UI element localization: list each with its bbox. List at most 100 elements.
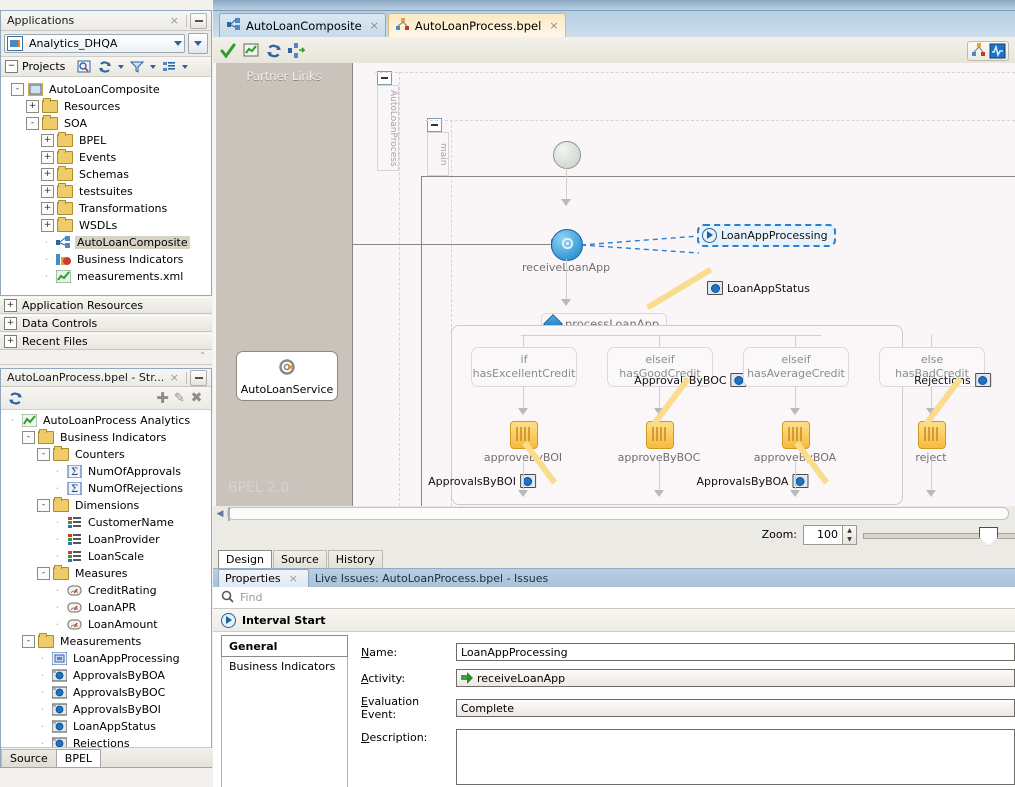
validate-check-icon[interactable] bbox=[219, 43, 236, 59]
close-icon[interactable]: × bbox=[285, 572, 302, 585]
refresh-icon[interactable] bbox=[7, 390, 24, 406]
tree-item[interactable]: ·ApprovalsByBOC bbox=[1, 684, 211, 701]
refresh-icon[interactable] bbox=[96, 59, 113, 75]
canvas-hscrollbar[interactable]: ◀ bbox=[213, 506, 1015, 522]
tab-properties[interactable]: Properties × bbox=[218, 569, 309, 587]
collapse-autoloanprocess-button[interactable] bbox=[377, 71, 392, 85]
scroll-thumb[interactable] bbox=[228, 507, 230, 522]
expander-icon[interactable]: - bbox=[37, 448, 50, 461]
tree-item[interactable]: ·ΣNumOfRejections bbox=[1, 480, 211, 497]
tree-item[interactable]: ·LoanAmount bbox=[1, 616, 211, 633]
branch-condition-hasaveragecredit[interactable]: elseifhasAverageCredit bbox=[743, 347, 849, 387]
project-tree[interactable]: -AutoLoanComposite+Resources-SOA+BPEL+Ev… bbox=[1, 77, 211, 285]
search-icon[interactable] bbox=[75, 59, 92, 75]
application-select[interactable]: Analytics_DHQA bbox=[4, 34, 185, 53]
edit-icon[interactable]: ✎ bbox=[171, 390, 188, 406]
tree-item[interactable]: ·CustomerName bbox=[1, 514, 211, 531]
tab-source[interactable]: Source bbox=[273, 550, 327, 568]
chevron-down-icon[interactable] bbox=[150, 65, 156, 69]
measurement-label-approvalsbyboa[interactable]: ApprovalsByBOA bbox=[696, 474, 808, 488]
find-input[interactable]: Find bbox=[240, 591, 263, 604]
minimize-icon[interactable] bbox=[190, 13, 207, 29]
close-icon[interactable]: × bbox=[549, 19, 558, 32]
projects-expander[interactable]: − bbox=[5, 60, 18, 73]
accordion-data-controls[interactable]: + Data Controls bbox=[0, 315, 212, 332]
description-input[interactable] bbox=[456, 729, 1015, 785]
start-node[interactable] bbox=[553, 141, 581, 169]
expander-icon[interactable]: - bbox=[22, 431, 35, 444]
tree-item[interactable]: +Transformations bbox=[1, 200, 211, 217]
zoom-slider[interactable] bbox=[863, 526, 1015, 544]
properties-find-bar[interactable]: Find bbox=[213, 587, 1015, 609]
activity-field[interactable]: receiveLoanApp bbox=[456, 669, 1015, 687]
zoom-slider-thumb[interactable] bbox=[979, 527, 998, 546]
tree-item[interactable]: +testsuites bbox=[1, 183, 211, 200]
expander-icon[interactable]: + bbox=[4, 335, 17, 348]
close-icon[interactable]: × bbox=[370, 19, 379, 32]
expander-icon[interactable]: - bbox=[11, 83, 24, 96]
filter-icon[interactable] bbox=[128, 59, 145, 75]
tab-live-issues[interactable]: Live Issues: AutoLoanProcess.bpel - Issu… bbox=[309, 570, 554, 587]
dock-tab-bpel[interactable]: BPEL bbox=[56, 749, 101, 767]
expander-icon[interactable]: + bbox=[4, 317, 17, 330]
name-input[interactable]: LoanAppProcessing bbox=[456, 643, 1015, 661]
application-menu-button[interactable] bbox=[188, 33, 208, 54]
expander-icon[interactable]: - bbox=[37, 567, 50, 580]
zoom-stepper[interactable]: ▲ ▼ bbox=[842, 526, 856, 544]
tree-item[interactable]: -Counters bbox=[1, 446, 211, 463]
expander-icon[interactable]: + bbox=[4, 299, 17, 312]
tab-history[interactable]: History bbox=[328, 550, 383, 568]
tree-item[interactable]: +Schemas bbox=[1, 166, 211, 183]
category-general[interactable]: General bbox=[221, 635, 348, 657]
close-icon[interactable]: × bbox=[166, 371, 183, 384]
monitor-chart-icon[interactable] bbox=[242, 43, 259, 59]
activity-approvebyboc[interactable] bbox=[646, 421, 674, 449]
tree-item[interactable]: ·AutoLoanComposite bbox=[1, 234, 211, 251]
branch-condition-hasexcellentcredit[interactable]: ifhasExcellentCredit bbox=[471, 347, 577, 387]
tree-item[interactable]: ·LoanScale bbox=[1, 548, 211, 565]
minimize-icon[interactable] bbox=[190, 370, 207, 386]
properties-category-list[interactable]: General Business Indicators bbox=[221, 635, 348, 787]
delete-icon[interactable]: ✖ bbox=[188, 390, 205, 406]
scroll-track[interactable] bbox=[227, 507, 1009, 520]
activity-reject[interactable] bbox=[918, 421, 946, 449]
tree-item[interactable]: ·Business Indicators bbox=[1, 251, 211, 268]
tree-item[interactable]: +WSDLs bbox=[1, 217, 211, 234]
zoom-spinner[interactable]: 100 ▲ ▼ bbox=[803, 525, 857, 545]
tree-item[interactable]: -SOA bbox=[1, 115, 211, 132]
tree-item[interactable]: -AutoLoanComposite bbox=[1, 81, 211, 98]
expander-icon[interactable]: - bbox=[22, 635, 35, 648]
tab-design[interactable]: Design bbox=[218, 550, 272, 568]
tree-item[interactable]: ·ApprovalsByBOA bbox=[1, 667, 211, 684]
partner-link-autoloanservice[interactable]: AutoLoanService bbox=[236, 351, 338, 401]
process-diagram[interactable]: AutoLoanProcess main bbox=[353, 63, 1015, 506]
measurement-badge-loanappprocessing[interactable]: LoanAppProcessing bbox=[697, 224, 836, 247]
scroll-left-icon[interactable]: ◀ bbox=[213, 509, 227, 519]
tree-item[interactable]: ·ΣNumOfApprovals bbox=[1, 463, 211, 480]
zoom-value[interactable]: 100 bbox=[804, 526, 842, 544]
expander-icon[interactable]: + bbox=[41, 202, 54, 215]
expander-icon[interactable]: + bbox=[41, 168, 54, 181]
expander-icon[interactable]: - bbox=[37, 499, 50, 512]
expander-icon[interactable]: - bbox=[26, 117, 39, 130]
editor-tab-autoloanprocess-bpel[interactable]: AutoLoanProcess.bpel × bbox=[388, 13, 566, 37]
expander-icon[interactable]: + bbox=[41, 151, 54, 164]
monitor-pulse-icon[interactable] bbox=[989, 43, 1006, 59]
generate-icon[interactable] bbox=[288, 43, 305, 59]
bpel-diagram-canvas[interactable]: Partner Links BPEL 2.0 AutoLoanService A… bbox=[213, 63, 1015, 507]
expander-icon[interactable]: + bbox=[41, 134, 54, 147]
tree-item[interactable]: -Measures bbox=[1, 565, 211, 582]
editor-tab-autoloancomposite[interactable]: AutoLoanComposite × bbox=[219, 13, 386, 37]
accordion-application-resources[interactable]: + Application Resources bbox=[0, 297, 212, 314]
tree-item[interactable]: +Events bbox=[1, 149, 211, 166]
activity-receiveloanapp[interactable] bbox=[551, 229, 583, 261]
tree-item[interactable]: -Measurements bbox=[1, 633, 211, 650]
measurement-label-approvalsbyboi[interactable]: ApprovalsByBOI bbox=[428, 474, 536, 488]
tree-item[interactable]: ·CreditRating bbox=[1, 582, 211, 599]
refresh-icon[interactable] bbox=[265, 43, 282, 59]
measurement-label-loanappstatus[interactable]: LoanAppStatus bbox=[707, 281, 810, 295]
tree-item[interactable]: ·LoanProvider bbox=[1, 531, 211, 548]
chevron-down-icon[interactable] bbox=[118, 65, 124, 69]
expander-icon[interactable]: + bbox=[26, 100, 39, 113]
tree-item[interactable]: -Dimensions bbox=[1, 497, 211, 514]
